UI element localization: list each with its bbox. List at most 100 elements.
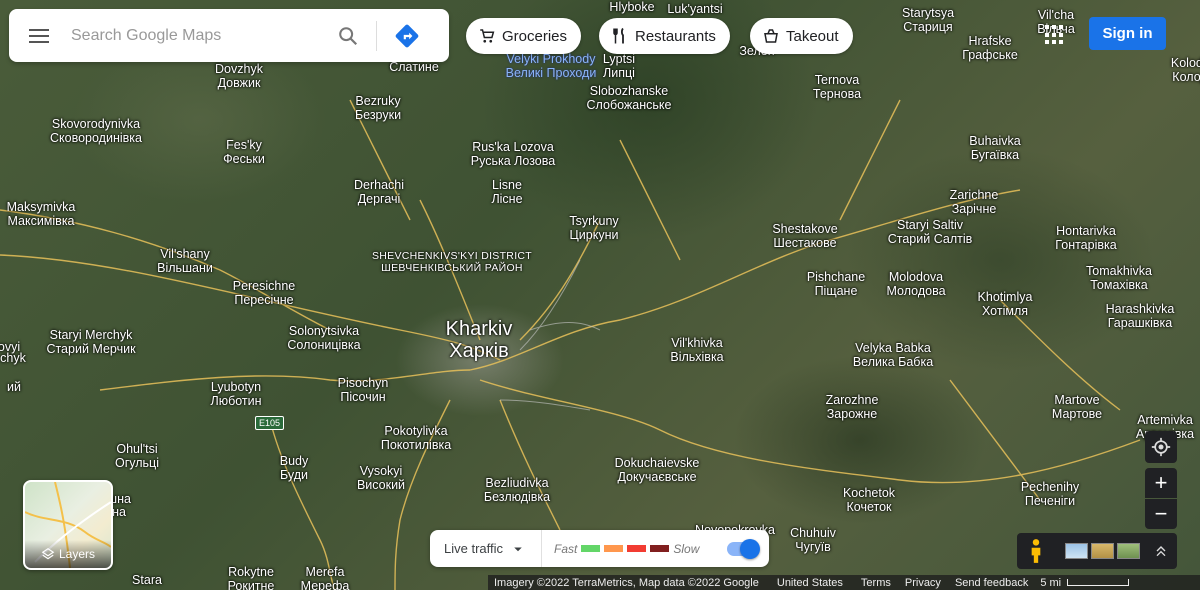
place-label[interactable]: Hlyboke — [609, 0, 654, 14]
place-name-local: Мартове — [1051, 407, 1103, 421]
place-label[interactable]: SHEVCHENKIVS'KYI DISTRICT ШЕВЧЕНКІВСЬКИЙ … — [372, 250, 532, 274]
place-label[interactable]: Slobozhanske Слобожанське — [587, 84, 672, 112]
place-label[interactable]: Pishchane Піщане — [807, 270, 865, 298]
place-label[interactable]: Lyptsi Липці — [603, 52, 635, 80]
traffic-toggle[interactable] — [727, 538, 760, 559]
zoom-out-button[interactable]: − — [1145, 499, 1177, 529]
place-name-local: Пересічне — [234, 293, 294, 307]
place-label[interactable]: на — [112, 505, 126, 519]
place-name-en: Staryi Merchyk — [49, 328, 133, 342]
place-label[interactable]: Staryi Merchyk Старий Мерчик — [46, 328, 135, 356]
country-link[interactable]: United States — [771, 577, 849, 589]
place-label[interactable]: Zarozhne Зарожне — [826, 393, 879, 421]
place-label[interactable]: Ternova Тернова — [813, 73, 861, 101]
place-label[interactable]: Buhaivka Бугаївка — [969, 134, 1020, 162]
place-label[interactable]: Pisochyn Пісочин — [338, 376, 389, 404]
layers-button[interactable]: Layers — [23, 480, 113, 570]
place-label[interactable]: Zarichne Зарічне — [950, 188, 999, 216]
place-name-en: Skovorodynivka — [51, 117, 141, 131]
place-label[interactable]: Слатине — [389, 60, 439, 74]
apps-grid-icon[interactable] — [1045, 25, 1065, 45]
place-label[interactable]: Rus'ka Lozova Руська Лозова — [471, 140, 555, 168]
takeout-label: Takeout — [786, 27, 839, 45]
groceries-chip[interactable]: Groceries — [466, 18, 582, 54]
traffic-mode-dropdown[interactable]: Live traffic — [430, 530, 543, 567]
place-label[interactable]: Harashkivka Гарашківка — [1106, 302, 1175, 330]
place-label[interactable]: Pechenihy Печеніги — [1021, 480, 1079, 508]
place-label[interactable]: Fes'ky Феськи — [223, 138, 265, 166]
place-label[interactable]: Maksymivka Максимівка — [7, 200, 76, 228]
place-label[interactable]: Tsyrkuny Циркуни — [569, 214, 618, 242]
imagery-thumb-3[interactable] — [1117, 543, 1140, 559]
place-label[interactable]: Molodova Молодова — [886, 270, 945, 298]
place-name-local: Зарічне — [951, 202, 997, 216]
place-label[interactable]: ий — [7, 380, 21, 394]
place-label[interactable]: Rokytne Рокитне — [228, 565, 275, 590]
place-label[interactable]: Khotimlya Хотімля — [978, 290, 1033, 318]
privacy-link[interactable]: Privacy — [899, 577, 947, 589]
place-label[interactable]: Kochetok Кочеток — [843, 486, 895, 514]
place-label[interactable]: Hrafske Графське — [962, 34, 1018, 62]
pegman-icon[interactable] — [1023, 537, 1049, 565]
hamburger-icon — [29, 34, 49, 37]
send-feedback-link[interactable]: Send feedback — [949, 577, 1034, 589]
place-label[interactable]: Dovzhyk Довжик — [215, 62, 263, 90]
satellite-map[interactable]: Kharkiv Харків SHEVCHENKIVS'KYI DISTRICT ШЕ… — [0, 0, 1200, 590]
place-name-local: Довжик — [217, 76, 261, 90]
place-name-local: Циркуни — [569, 228, 619, 242]
map-footer: Imagery ©2022 TerraMetrics, Map data ©20… — [488, 575, 1200, 590]
sign-in-button[interactable]: Sign in — [1089, 17, 1166, 50]
place-name-local: Вільшани — [157, 261, 213, 275]
place-name-local: Гарашківка — [1107, 316, 1173, 330]
terms-link[interactable]: Terms — [855, 577, 897, 589]
place-label[interactable]: Lyubotyn Люботин — [210, 380, 261, 408]
place-label[interactable]: Hontarivka Гонтарівка — [1055, 224, 1116, 252]
place-name-en: Shestakove — [772, 222, 838, 236]
place-label[interactable]: Vil'khivka Вільхівка — [670, 336, 723, 364]
place-label[interactable]: Stara — [132, 573, 162, 587]
place-label[interactable]: Bezliudivka Безлюдівка — [484, 476, 550, 504]
place-label[interactable]: Luk'yantsi — [667, 2, 722, 16]
place-label[interactable]: Pokotylivka Покотилівка — [381, 424, 451, 452]
place-label[interactable]: Kharkiv Харків — [446, 318, 513, 362]
imagery-thumb-2[interactable] — [1091, 543, 1114, 559]
imagery-thumb-1[interactable] — [1065, 543, 1088, 559]
place-label[interactable]: Solonytsivka Солоницівка — [287, 324, 360, 352]
place-label[interactable]: chyk — [0, 351, 26, 365]
place-label[interactable]: Bezruky Безруки — [355, 94, 401, 122]
search-input[interactable] — [69, 25, 328, 46]
place-label[interactable]: Derhachi Дергачі — [354, 178, 404, 206]
place-label[interactable]: Peresichne Пересічне — [233, 279, 296, 307]
place-label[interactable]: Vysokyi Високий — [357, 464, 405, 492]
place-label[interactable]: Chuhuiv Чугуїв — [790, 526, 836, 554]
street-view-strip — [1017, 533, 1177, 569]
place-label[interactable]: Lisne Лісне — [491, 178, 522, 206]
menu-button[interactable] — [9, 9, 69, 62]
place-label[interactable]: Dokuchaievske Докучаєвське — [615, 456, 700, 484]
place-label[interactable]: Shestakove Шестакове — [772, 222, 837, 250]
directions-button[interactable] — [385, 9, 429, 62]
place-label[interactable]: Budy Буди — [280, 454, 309, 482]
place-label[interactable]: Martove Мартове — [1052, 393, 1102, 421]
search-icon — [339, 26, 358, 45]
search-button[interactable] — [328, 9, 368, 62]
my-location-button[interactable] — [1145, 431, 1177, 463]
restaurants-chip[interactable]: Restaurants — [599, 18, 730, 54]
place-label[interactable]: Merefa Мерефа — [301, 565, 350, 590]
place-label[interactable]: Tomakhivka Томахівка — [1086, 264, 1152, 292]
zoom-in-button[interactable]: + — [1145, 468, 1177, 498]
place-label[interactable]: KolodyКолод — [1171, 56, 1200, 84]
place-name-en: Harashkivka — [1105, 302, 1175, 316]
place-label[interactable]: Velyki Prokhody Великі Проходи — [506, 52, 597, 80]
place-label[interactable]: Ohul'tsi Огульці — [115, 442, 159, 470]
takeout-chip[interactable]: Takeout — [750, 18, 853, 54]
place-label[interactable]: Skovorodynivka Сковородинівка — [50, 117, 142, 145]
place-name-local: Томахівка — [1090, 278, 1148, 292]
place-name-en: Vil'shany — [160, 247, 210, 261]
place-name-en: Artemivka — [1137, 413, 1193, 427]
expand-icon[interactable] — [1153, 543, 1169, 559]
place-label[interactable]: Vil'shany Вільшани — [157, 247, 213, 275]
place-label[interactable]: Starytsya Стариця — [902, 6, 954, 34]
place-label[interactable]: Velyka Babka Велика Бабка — [853, 341, 933, 369]
place-label[interactable]: Staryi Saltiv Старий Салтів — [888, 218, 973, 246]
